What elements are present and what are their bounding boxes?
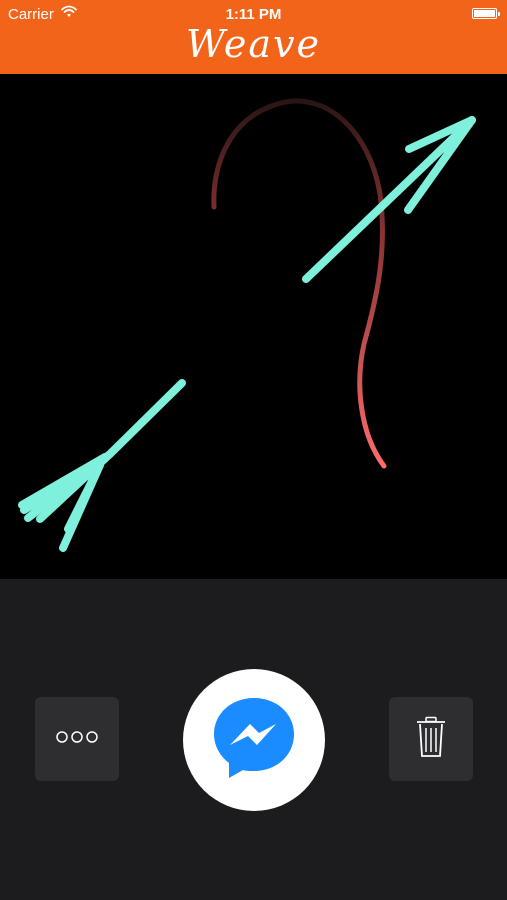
arrow-upper-right-stroke xyxy=(302,116,476,283)
trash-icon xyxy=(416,716,446,763)
app-header: Carrier 1:11 PM Weave xyxy=(0,0,507,74)
more-dots-icon xyxy=(55,730,99,749)
bottom-toolbar xyxy=(0,579,507,900)
messenger-icon xyxy=(210,694,298,787)
trash-button[interactable] xyxy=(389,697,473,781)
app-title: Weave xyxy=(185,22,322,66)
battery-icon xyxy=(472,8,500,19)
curve-stroke xyxy=(211,98,387,469)
send-messenger-button[interactable] xyxy=(183,669,325,811)
more-button[interactable] xyxy=(35,697,119,781)
drawing-canvas[interactable] xyxy=(0,74,507,579)
arrow-lower-left-stroke xyxy=(18,379,186,552)
clock: 1:11 PM xyxy=(225,6,282,23)
